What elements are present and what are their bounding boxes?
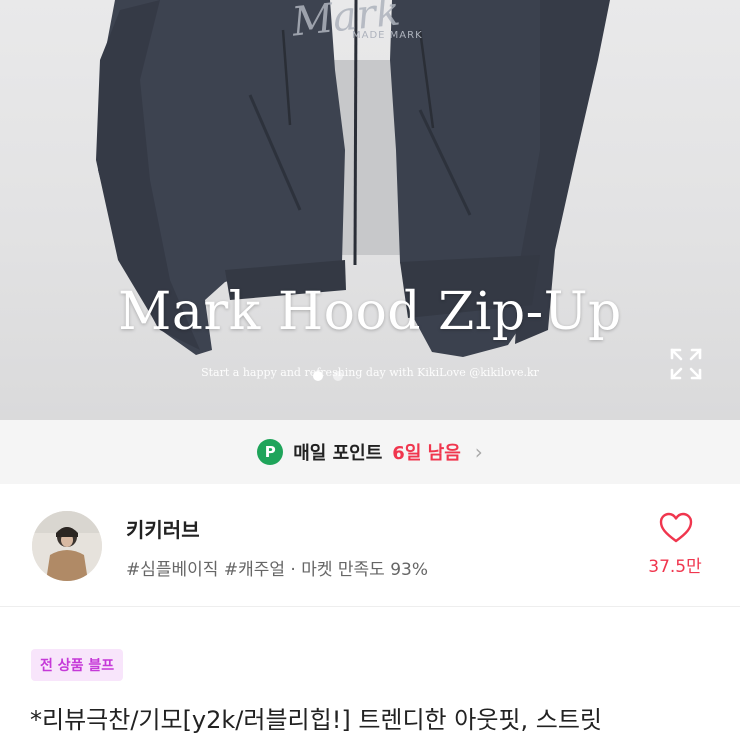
hero-title: Mark Hood Zip-Up	[118, 282, 622, 342]
chevron-right-icon: ›	[474, 440, 483, 464]
sale-badge[interactable]: 전 상품 블프	[31, 649, 124, 681]
store-tags: #심플베이직 #캐주얼 · 마켓 만족도 93%	[126, 560, 429, 580]
like-count: 37.5만	[648, 557, 702, 577]
daily-point-banner[interactable]: P 매일 포인트 6일 남음 ›	[0, 420, 740, 484]
carousel-dot-active[interactable]	[313, 371, 323, 381]
hero-subtitle: Start a happy and refreshing day with Ki…	[201, 366, 539, 379]
expand-icon[interactable]	[668, 346, 704, 382]
heart-icon[interactable]	[659, 512, 693, 544]
point-label: 매일 포인트	[293, 443, 383, 464]
garment-sub-print: MADE MARK	[352, 30, 423, 41]
carousel-indicator	[313, 371, 343, 381]
product-title: *리뷰극찬/기모[y2k/러블리힙!] 트렌디한 아웃핏, 스트릿	[30, 706, 603, 734]
avatar[interactable]	[32, 511, 102, 581]
store-name[interactable]: 키키러브	[126, 514, 200, 543]
hoodie-photo	[96, 0, 610, 357]
point-icon: P	[257, 439, 284, 465]
point-days-left: 6일 남음	[392, 443, 461, 464]
store-info: 키키러브 #심플베이직 #캐주얼 · 마켓 만족도 93%	[0, 484, 740, 607]
product-image-carousel[interactable]: Mark MADE MARK Mark Hood Zip-Up Start a …	[0, 0, 740, 420]
carousel-dot[interactable]	[333, 371, 343, 381]
